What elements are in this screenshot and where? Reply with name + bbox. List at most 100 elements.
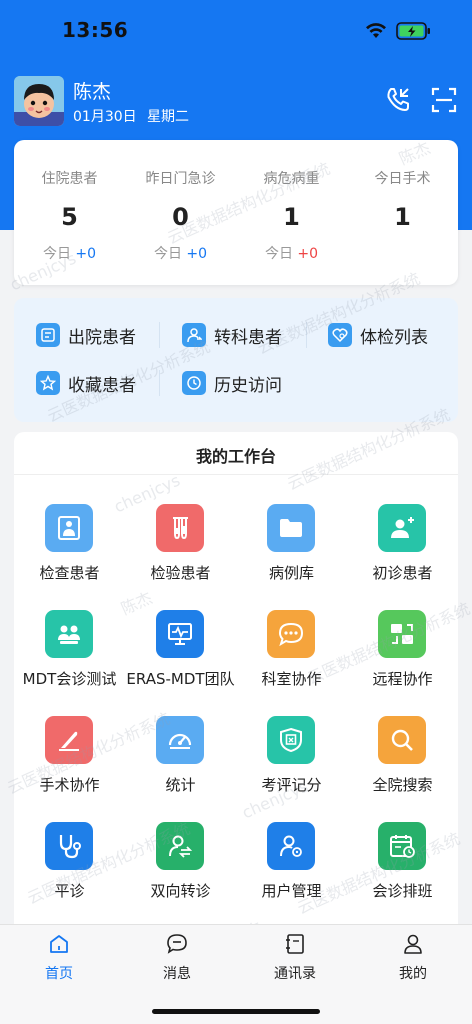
quick-link-discharged[interactable]: 出院患者 (36, 320, 136, 350)
tile-two-way-referral[interactable]: 双向转诊 (125, 822, 236, 922)
star-icon (36, 371, 60, 395)
tab-label: 消息 (163, 966, 191, 982)
tile-statistics[interactable]: 统计 (125, 716, 236, 816)
avatar-image (14, 76, 64, 126)
tile-first-visit[interactable]: 初诊患者 (347, 504, 458, 604)
tab-label: 通讯录 (274, 966, 316, 982)
tile-lab-patients[interactable]: 检验患者 (125, 504, 236, 604)
divider (159, 322, 160, 348)
workbench-card: 我的工作台 检查患者 检验患者 病例库 初诊患者 MDT会诊测试 ERAS-MD… (14, 432, 458, 932)
tile-label: 检验患者 (150, 564, 211, 582)
tile-label: 远程协作 (372, 670, 433, 688)
stats-card: 住院患者 5 今日 +0 昨日门急诊 0 今日 +0 病危病重 1 今日 +0 … (14, 140, 458, 285)
quick-links-card: 出院患者 转科患者 体检列表 收藏患者 历史访问 (14, 298, 458, 422)
quick-link-label: 收藏患者 (68, 375, 136, 396)
tab-contacts[interactable]: 通讯录 (236, 925, 354, 995)
tile-case-library[interactable]: 病例库 (236, 504, 347, 604)
stat-today-label: 今日 (42, 246, 71, 262)
message-icon (167, 934, 187, 954)
tab-messages[interactable]: 消息 (118, 925, 236, 995)
tile-label: 手术协作 (39, 776, 100, 794)
tile-surgery-collab[interactable]: 手术协作 (14, 716, 125, 816)
scalpel-icon (45, 716, 93, 764)
stat-delta: +0 (75, 246, 97, 262)
status-time: 13:56 (62, 18, 129, 42)
transfer-icon (182, 323, 206, 347)
tile-label: 检查患者 (39, 564, 100, 582)
wifi-icon (366, 23, 386, 38)
stat-value: 0 (172, 203, 189, 231)
tile-label: 考评记分 (261, 776, 322, 794)
stat-label: 住院患者 (41, 171, 98, 187)
tile-label: 会诊排班 (372, 882, 433, 900)
stat-today-label: 今日 (264, 246, 293, 262)
history-icon (182, 371, 206, 395)
referral-icon (156, 822, 204, 870)
tile-label: 全院搜索 (372, 776, 433, 794)
stat-today: 今日 +0 (14, 243, 125, 263)
group-icon (45, 610, 93, 658)
phone-call-icon[interactable] (384, 86, 412, 114)
gauge-icon (156, 716, 204, 764)
tile-label: 统计 (165, 776, 196, 794)
avatar[interactable] (14, 76, 64, 126)
tab-profile[interactable]: 我的 (354, 925, 472, 995)
folder-icon (267, 504, 315, 552)
stat-surgery[interactable]: 今日手术 1 (347, 140, 458, 285)
stat-label: 昨日门急诊 (145, 171, 216, 187)
quick-link-history[interactable]: 历史访问 (182, 368, 282, 398)
stat-today: 今日 +0 (236, 243, 347, 263)
stat-value: 1 (394, 203, 411, 231)
battery-icon (396, 22, 430, 40)
user-date: 01月30日 (73, 109, 137, 125)
calendar-icon (378, 822, 426, 870)
tile-label: 初诊患者 (372, 564, 433, 582)
tile-label: 科室协作 (261, 670, 322, 688)
status-bar: 13:56 (0, 0, 472, 60)
chat-icon (267, 610, 315, 658)
stat-today: 今日 +0 (125, 243, 236, 263)
tile-label: 用户管理 (261, 882, 322, 900)
stat-label: 今日手术 (374, 171, 431, 187)
stat-value: 1 (283, 203, 300, 231)
tile-exam-patients[interactable]: 检查患者 (14, 504, 125, 604)
tile-user-management[interactable]: 用户管理 (236, 822, 347, 922)
quick-link-transferred[interactable]: 转科患者 (182, 320, 282, 350)
quick-link-label: 转科患者 (214, 327, 282, 348)
tile-evaluation[interactable]: 考评记分 (236, 716, 347, 816)
tab-label: 我的 (399, 966, 427, 982)
stat-critical[interactable]: 病危病重 1 今日 +0 (236, 140, 347, 285)
stat-outpatients[interactable]: 昨日门急诊 0 今日 +0 (125, 140, 236, 285)
quick-link-checkup[interactable]: 体检列表 (328, 320, 428, 350)
tile-hospital-search[interactable]: 全院搜索 (347, 716, 458, 816)
stat-value: 5 (61, 203, 78, 231)
contacts-icon (286, 934, 304, 954)
scan-icon[interactable] (430, 86, 458, 114)
tile-mdt-consult[interactable]: MDT会诊测试 (14, 610, 125, 710)
tile-label: MDT会诊测试 (22, 670, 117, 688)
tile-consult-schedule[interactable]: 会诊排班 (347, 822, 458, 922)
tile-regular-visit[interactable]: 平诊 (14, 822, 125, 922)
quick-link-label: 历史访问 (214, 375, 282, 396)
tab-home[interactable]: 首页 (0, 925, 118, 995)
quick-link-favorites[interactable]: 收藏患者 (36, 368, 136, 398)
tile-eras-mdt[interactable]: ERAS-MDT团队 (125, 610, 236, 710)
tile-dept-collab[interactable]: 科室协作 (236, 610, 347, 710)
xray-icon (45, 504, 93, 552)
divider (14, 474, 458, 475)
profile-icon (404, 934, 422, 954)
divider (159, 370, 160, 396)
stat-delta: +0 (297, 246, 319, 262)
user-weekday: 星期二 (147, 109, 189, 125)
add-user-icon (378, 504, 426, 552)
stat-today-label: 今日 (153, 246, 182, 262)
tile-label: ERAS-MDT团队 (126, 670, 235, 688)
home-icon (50, 935, 68, 953)
checkup-icon (328, 323, 352, 347)
tile-remote-collab[interactable]: 远程协作 (347, 610, 458, 710)
quick-link-label: 体检列表 (360, 327, 428, 348)
tile-label: 病例库 (268, 564, 314, 582)
workbench-title: 我的工作台 (195, 447, 276, 466)
divider (306, 322, 307, 348)
stat-inpatients[interactable]: 住院患者 5 今日 +0 (14, 140, 125, 285)
